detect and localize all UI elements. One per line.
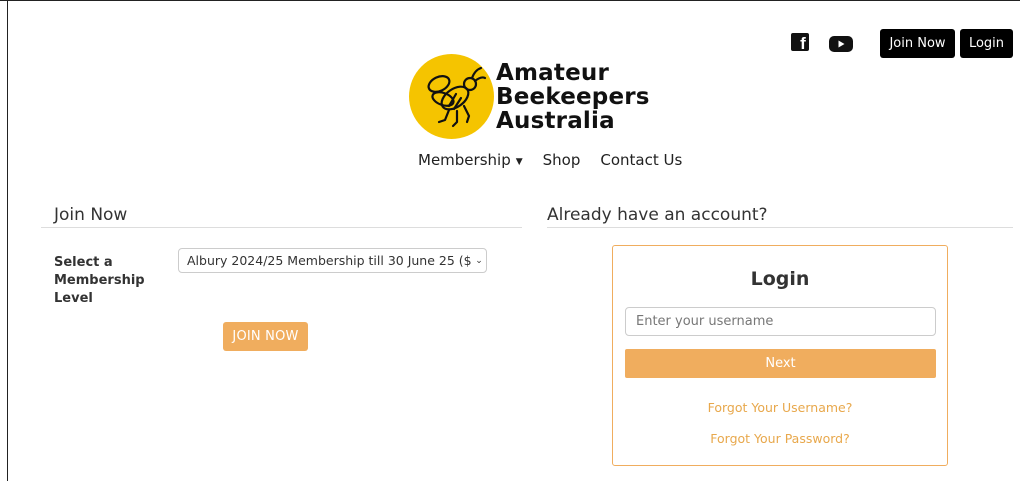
nav-item-membership[interactable]: Membership ▼ xyxy=(418,151,523,169)
facebook-icon[interactable]: f xyxy=(791,33,809,51)
logo-line-amateur: Amateur xyxy=(496,60,609,86)
header-join-now-button[interactable]: Join Now xyxy=(880,29,955,58)
forgot-password-link[interactable]: Forgot Your Password? xyxy=(613,431,947,446)
login-heading: Login xyxy=(750,268,810,290)
join-now-button[interactable]: JOIN NOW xyxy=(223,322,308,351)
page-frame-top xyxy=(0,0,1020,1)
page-frame-left xyxy=(7,0,8,481)
bee-icon[interactable] xyxy=(409,54,494,139)
header-login-button[interactable]: Login xyxy=(960,29,1013,58)
youtube-icon[interactable] xyxy=(829,36,853,52)
nav-item-shop[interactable]: Shop xyxy=(543,151,581,169)
level-label-line-1: Select a xyxy=(54,255,113,270)
logo-line-beekeepers: Beekeepers xyxy=(496,84,650,110)
chevron-down-icon: ⌄ xyxy=(475,255,483,266)
nav-item-contact-us[interactable]: Contact Us xyxy=(600,151,682,169)
login-panel: Login Next Forgot Your Username? Forgot … xyxy=(612,245,948,466)
nav-membership-label: Membership xyxy=(418,151,511,169)
account-divider xyxy=(547,227,1013,228)
level-label-line-2: Membership xyxy=(54,273,145,288)
join-now-heading: Join Now xyxy=(54,205,128,225)
next-button[interactable]: Next xyxy=(625,349,936,378)
username-input[interactable] xyxy=(625,307,936,336)
join-divider xyxy=(41,227,522,228)
site-logo-text[interactable]: Amateur Beekeepers Australia xyxy=(496,61,650,133)
forgot-username-link[interactable]: Forgot Your Username? xyxy=(613,400,947,415)
main-nav: Membership ▼ Shop Contact Us xyxy=(418,151,682,169)
membership-level-label: Select a Membership Level xyxy=(54,254,154,308)
level-label-line-3: Level xyxy=(54,291,93,306)
logo-line-australia: Australia xyxy=(496,108,615,134)
already-have-account-heading: Already have an account? xyxy=(547,205,768,225)
membership-level-select[interactable]: Albury 2024/25 Membership till 30 June 2… xyxy=(178,248,487,273)
membership-level-selected: Albury 2024/25 Membership till 30 June 2… xyxy=(187,253,472,268)
caret-down-icon: ▼ xyxy=(515,157,523,167)
